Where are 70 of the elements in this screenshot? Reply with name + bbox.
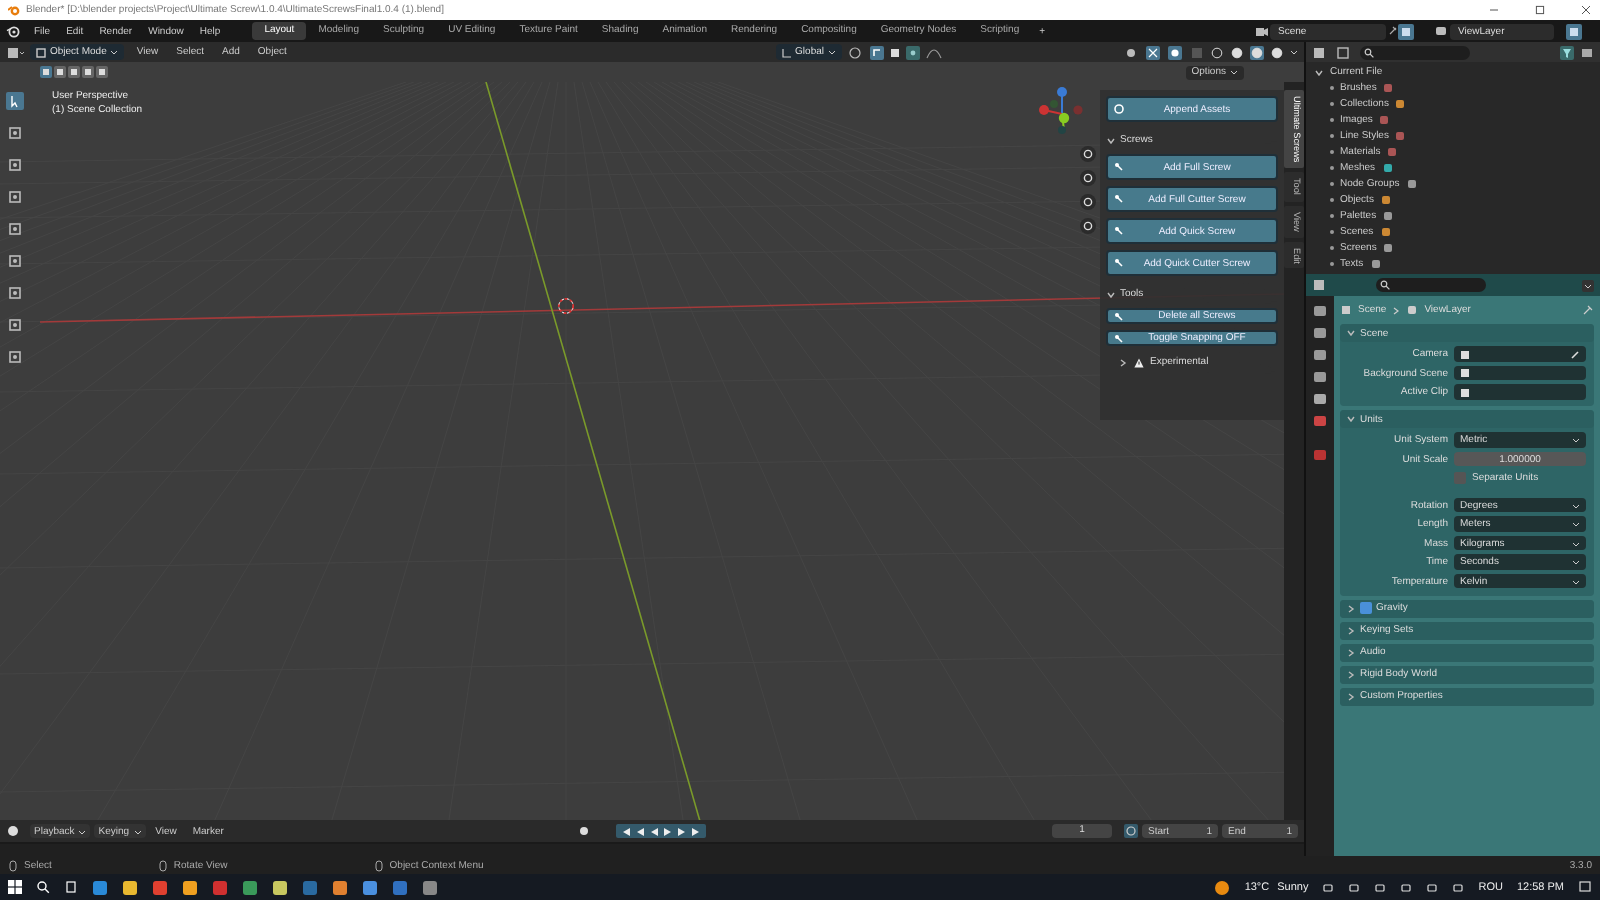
gizmo-toggle-icon[interactable] xyxy=(1146,45,1162,59)
cube-icon xyxy=(36,47,46,57)
app-logo-icon[interactable] xyxy=(6,24,20,38)
close-icon[interactable] xyxy=(1580,4,1592,16)
clock-icon[interactable] xyxy=(1124,824,1138,838)
record-icon[interactable] xyxy=(575,824,592,838)
search-field[interactable] xyxy=(1376,278,1486,292)
shading-sphere-icon[interactable] xyxy=(1210,45,1224,59)
new-scene-icon[interactable] xyxy=(1398,23,1414,39)
search-field[interactable] xyxy=(1360,45,1470,59)
gear-icon xyxy=(1114,104,1124,114)
start-icon[interactable] xyxy=(8,880,22,894)
select-box-icon[interactable] xyxy=(6,92,24,110)
chevron-icon[interactable] xyxy=(1106,135,1116,145)
expand-icon[interactable] xyxy=(1314,67,1324,77)
axes-icon xyxy=(781,47,792,57)
mouse-icon xyxy=(157,859,168,871)
editor-type-icon[interactable] xyxy=(1312,278,1330,292)
new-collection-icon[interactable] xyxy=(1580,45,1594,59)
jump-start-icon[interactable] xyxy=(619,825,632,837)
screw-icon xyxy=(1114,333,1124,343)
chevron-icon[interactable] xyxy=(1346,414,1356,424)
falloff-icon[interactable] xyxy=(926,45,942,59)
chevron-icon[interactable] xyxy=(1118,357,1128,367)
navigation-gizmo-icon[interactable] xyxy=(1038,86,1086,138)
overlay-icon[interactable] xyxy=(1168,45,1184,59)
search-icon xyxy=(1380,280,1390,290)
editor-type-icon[interactable] xyxy=(1312,45,1330,59)
chevron-icon[interactable] xyxy=(1346,625,1356,635)
chevron-icon[interactable] xyxy=(1346,647,1356,657)
snap-target-icon[interactable] xyxy=(890,47,900,57)
shading-sphere-icon[interactable] xyxy=(1230,45,1244,59)
screw-icon xyxy=(1114,258,1124,268)
display-mode-icon[interactable] xyxy=(1336,45,1354,59)
eyedropper-icon xyxy=(1570,349,1580,359)
editor-type-icon[interactable] xyxy=(6,45,24,59)
snap-icon[interactable] xyxy=(870,45,884,59)
screw-icon xyxy=(1114,162,1124,172)
screw-icon xyxy=(1114,311,1124,321)
chevron-icon[interactable] xyxy=(1346,328,1356,338)
screw-icon xyxy=(1114,226,1124,236)
shading-sphere-icon[interactable] xyxy=(1250,45,1264,59)
mouse-icon xyxy=(8,859,18,871)
filter-icon[interactable] xyxy=(1560,45,1574,59)
search-icon xyxy=(1364,47,1374,57)
weather-icon xyxy=(1214,879,1231,895)
maximize-icon[interactable] xyxy=(1534,4,1546,16)
proportional-edit-icon[interactable] xyxy=(906,45,920,59)
checkbox[interactable] xyxy=(1454,472,1466,484)
object-field[interactable] xyxy=(1454,365,1586,381)
pin-icon[interactable] xyxy=(1386,24,1398,38)
chevron-icon xyxy=(1392,305,1401,315)
chevron-icon[interactable] xyxy=(1346,691,1356,701)
shading-sphere-icon[interactable] xyxy=(1270,45,1284,59)
search-icon[interactable] xyxy=(36,880,50,894)
new-view-layer-icon[interactable] xyxy=(1566,23,1582,39)
warning-icon xyxy=(1134,357,1144,367)
object-field[interactable] xyxy=(1454,384,1586,400)
screw-icon xyxy=(1114,194,1124,204)
jump-end-icon[interactable] xyxy=(689,825,702,837)
task-view-icon[interactable] xyxy=(64,880,78,894)
chevron-icon[interactable] xyxy=(1346,669,1356,679)
notification-icon[interactable] xyxy=(1578,880,1592,894)
object-field[interactable] xyxy=(1454,346,1586,362)
checkbox[interactable] xyxy=(1360,602,1372,614)
options-caret-icon[interactable] xyxy=(1582,279,1594,291)
chevron-icon[interactable] xyxy=(1346,603,1356,613)
3d-cursor-icon xyxy=(556,296,576,316)
mouse-icon xyxy=(373,859,384,871)
chevron-icon[interactable] xyxy=(1106,289,1116,299)
